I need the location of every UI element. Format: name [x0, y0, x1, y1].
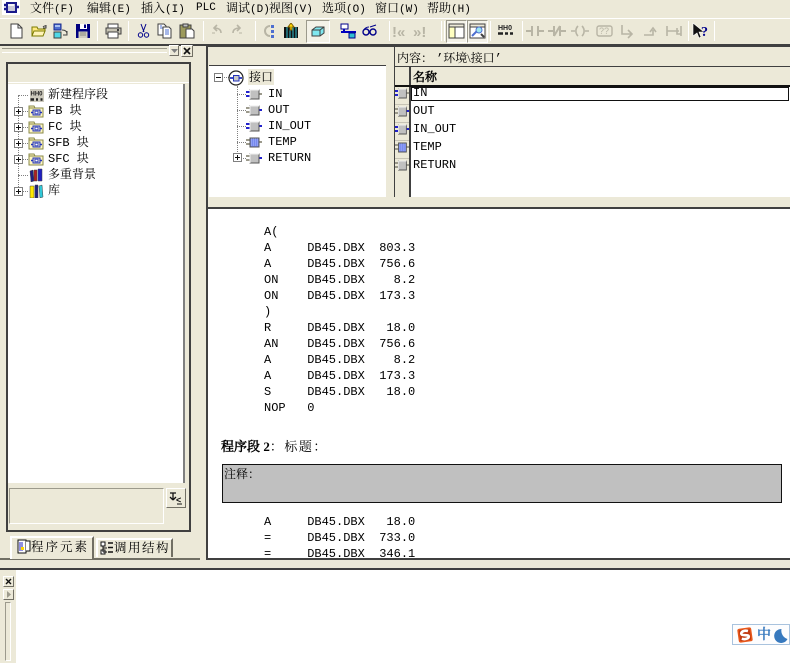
svg-text:!«: !«	[392, 24, 405, 39]
svg-text:?: ?	[701, 25, 708, 40]
svg-text:HH0: HH0	[498, 25, 512, 32]
svg-text:»!: »!	[413, 24, 426, 39]
svg-text:HH0: HH0	[31, 92, 44, 98]
svg-text:??: ??	[599, 26, 609, 36]
